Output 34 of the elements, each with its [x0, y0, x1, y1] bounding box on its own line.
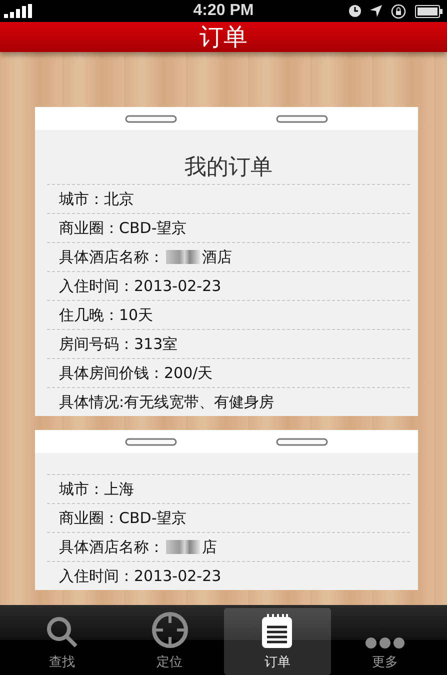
nav-title: 订单 [200, 22, 248, 53]
order-detail: 房间号码：313室 [59, 334, 178, 354]
order-detail: 住几晚：10天 [59, 306, 154, 324]
binder-ring-icon [124, 114, 177, 122]
location-arrow-icon [370, 5, 382, 17]
more-icon [365, 637, 406, 649]
order-detail: 具体酒店名称： [59, 538, 164, 556]
order-detail: 商业圈：CBD-望京 [59, 218, 187, 238]
order-detail: 酒店 [202, 248, 232, 266]
tab-item[interactable]: 更多 [331, 608, 439, 675]
binder-ring-icon [276, 438, 328, 446]
clock-icon [349, 5, 361, 17]
notepad-icon [261, 613, 294, 649]
binder-ring-icon [124, 438, 177, 446]
order-detail: 城市：上海 [59, 480, 134, 498]
order-detail: 店 [202, 538, 217, 556]
order-detail: 具体房间价钱：200/天 [59, 364, 213, 382]
rotation-lock-icon [391, 4, 406, 18]
status-time: 4:20 PM [193, 2, 254, 20]
binder-ring-icon [276, 114, 328, 122]
tab-item[interactable]: 定位 [116, 608, 224, 675]
order-detail: 城市：北京 [59, 190, 134, 208]
battery-icon [415, 4, 443, 18]
order-detail: 入住时间：2013-02-23 [59, 566, 222, 586]
tab-item[interactable]: 查找 [8, 608, 116, 675]
search-icon [44, 615, 79, 649]
card-title: 我的订单 [47, 130, 410, 185]
order-detail: 具体酒店名称： [59, 248, 164, 266]
order-detail: 入住时间：2013-02-23 [59, 276, 222, 296]
order-detail: 具体情况:有无线宽带、有健身房 [59, 392, 274, 412]
order-detail: 商业圈：CBD-望京 [59, 508, 187, 528]
tab-item[interactable]: 订单 [224, 608, 332, 675]
crosshair-icon [150, 611, 189, 649]
signal-icon [4, 4, 34, 18]
